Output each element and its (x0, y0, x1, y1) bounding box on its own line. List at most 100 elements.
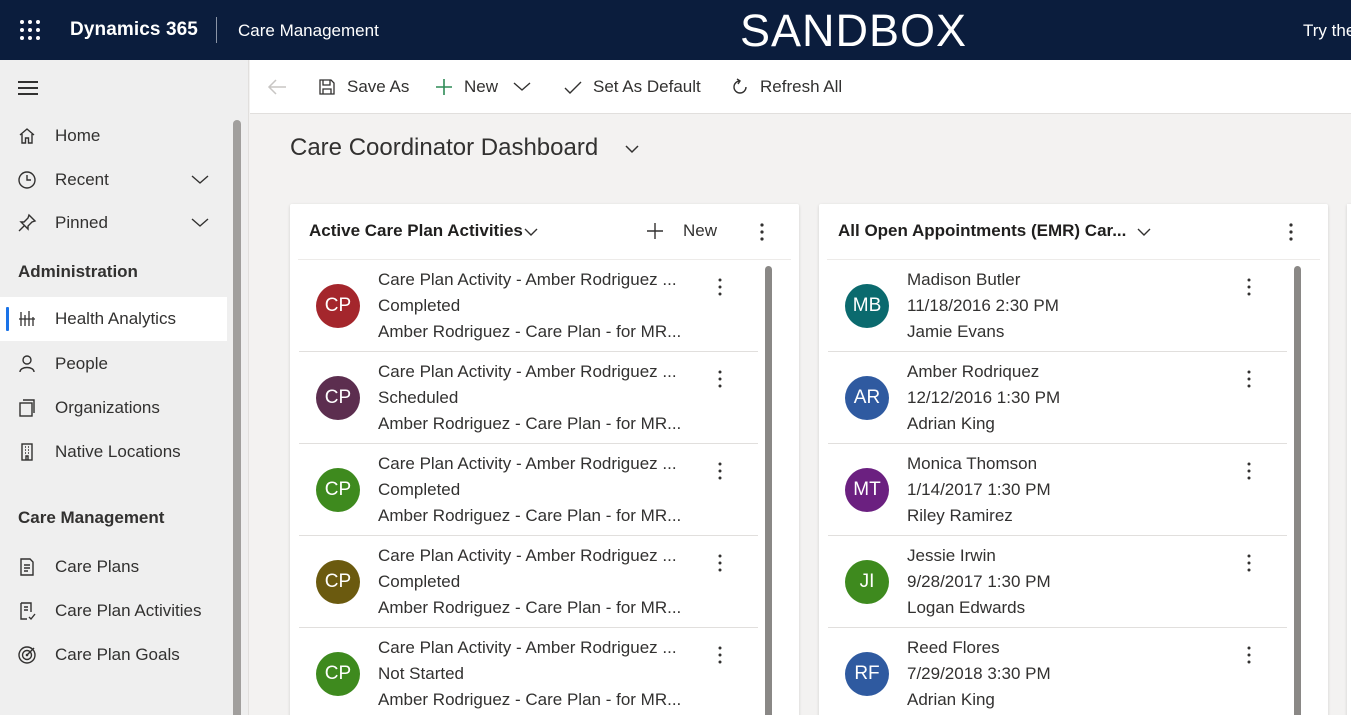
building-icon (21, 443, 33, 461)
more-options-icon[interactable] (718, 554, 722, 572)
sidebar-item-organizations[interactable]: Organizations (0, 386, 227, 430)
sidebar-item-care-plan-goals[interactable]: Care Plan Goals (0, 633, 227, 677)
more-options-icon[interactable] (1247, 646, 1251, 664)
sidebar-item-label: Health Analytics (55, 309, 176, 328)
item-provider: Logan Edwards (907, 598, 1026, 617)
sidebar-item-label: Pinned (55, 213, 108, 232)
card-new-button[interactable]: New (683, 221, 717, 241)
plus-icon[interactable] (645, 221, 665, 241)
chevron-down-icon[interactable] (1136, 224, 1152, 240)
more-options-icon[interactable] (718, 462, 722, 480)
avatar: CP (316, 560, 360, 604)
list-item[interactable]: MT Monica Thomson 1/14/2017 1:30 PM Rile… (828, 444, 1287, 536)
item-status: Not Started (378, 664, 464, 683)
top-bar: Dynamics 365 Care Management SANDBOX Try… (0, 0, 1351, 60)
try-link[interactable]: Try the (1303, 21, 1351, 41)
card-header: All Open Appointments (EMR) Car... (819, 204, 1328, 260)
item-datetime: 12/12/2016 1:30 PM (907, 388, 1061, 407)
more-options-icon[interactable] (718, 278, 722, 296)
sidebar-item-label: Care Plan Goals (55, 645, 180, 664)
set-as-default-button[interactable]: Set As Default (563, 60, 701, 114)
list-item[interactable]: RF Reed Flores 7/29/2018 3:30 PM Adrian … (828, 628, 1287, 715)
sidebar-item-care-plan-activities[interactable]: Care Plan Activities (0, 589, 227, 633)
dashboard-title[interactable]: Care Coordinator Dashboard (290, 134, 598, 162)
chevron-down-icon[interactable] (523, 224, 539, 240)
save-as-icon (319, 79, 335, 95)
list-item[interactable]: CP Care Plan Activity - Amber Rodriguez … (299, 352, 758, 444)
chevron-down-icon[interactable] (190, 213, 210, 233)
chevron-down-icon[interactable] (190, 170, 210, 190)
item-regarding: Amber Rodriguez - Care Plan - for MR... (378, 322, 682, 341)
item-status: Scheduled (378, 388, 459, 407)
avatar: AR (845, 376, 889, 420)
avatar: MB (845, 284, 889, 328)
list-item[interactable]: AR Amber Rodriquez 12/12/2016 1:30 PM Ad… (828, 352, 1287, 444)
list-item[interactable]: MB Madison Butler 11/18/2016 2:30 PM Jam… (828, 260, 1287, 352)
more-options-icon[interactable] (1247, 370, 1251, 388)
save-as-label: Save As (347, 77, 410, 96)
sidebar-item-people[interactable]: People (0, 342, 227, 386)
item-patient: Madison Butler (907, 270, 1021, 289)
item-status: Completed (378, 480, 461, 499)
chevron-down-icon[interactable] (512, 77, 532, 97)
list-scrollbar[interactable] (765, 266, 772, 715)
app-name[interactable]: Dynamics 365 (70, 19, 198, 41)
list-item[interactable]: CP Care Plan Activity - Amber Rodriguez … (299, 628, 758, 715)
sidebar-item-native-locations[interactable]: Native Locations (0, 430, 227, 474)
sidebar-item-label: Care Plans (55, 557, 140, 576)
checkmark-icon (564, 81, 582, 94)
save-as-button[interactable]: Save As (317, 60, 409, 114)
home-icon (19, 128, 35, 144)
new-label: New (464, 77, 499, 96)
sidebar-item-care-plans[interactable]: Care Plans (0, 545, 227, 589)
card-title[interactable]: All Open Appointments (EMR) Car... (838, 221, 1126, 241)
item-regarding: Amber Rodriguez - Care Plan - for MR... (378, 414, 682, 433)
new-button[interactable]: New (434, 60, 542, 114)
item-datetime: 9/28/2017 1:30 PM (907, 572, 1051, 591)
item-title: Care Plan Activity - Amber Rodriguez ... (378, 270, 677, 289)
more-options-icon[interactable] (1247, 278, 1251, 296)
sidebar-item-home[interactable]: Home (0, 114, 227, 158)
more-options-icon[interactable] (759, 222, 765, 242)
item-patient: Amber Rodriquez (907, 362, 1040, 381)
person-icon (19, 355, 35, 373)
item-patient: Monica Thomson (907, 454, 1038, 473)
avatar: CP (316, 468, 360, 512)
item-regarding: Amber Rodriguez - Care Plan - for MR... (378, 690, 682, 709)
sidebar-item-recent[interactable]: Recent (0, 158, 227, 202)
more-options-icon[interactable] (1288, 222, 1294, 242)
plus-icon (436, 79, 452, 95)
item-regarding: Amber Rodriguez - Care Plan - for MR... (378, 506, 682, 525)
refresh-all-button[interactable]: Refresh All (730, 60, 842, 114)
area-name[interactable]: Care Management (238, 21, 379, 41)
sidebar-item-health-analytics[interactable]: Health Analytics (0, 297, 227, 341)
card-title[interactable]: Active Care Plan Activities (309, 221, 523, 241)
analytics-icon (19, 311, 35, 326)
list-scrollbar[interactable] (1294, 266, 1301, 715)
document-icon (20, 558, 34, 576)
item-title: Care Plan Activity - Amber Rodriguez ... (378, 454, 677, 473)
list-item[interactable]: CP Care Plan Activity - Amber Rodriguez … (299, 444, 758, 536)
avatar: MT (845, 468, 889, 512)
list-item[interactable]: CP Care Plan Activity - Amber Rodriguez … (299, 260, 758, 352)
back-arrow-icon[interactable] (266, 77, 288, 97)
more-options-icon[interactable] (1247, 554, 1251, 572)
more-options-icon[interactable] (718, 370, 722, 388)
command-bar: Save As New Set As Default Refresh All (250, 60, 1351, 114)
item-datetime: 11/18/2016 2:30 PM (907, 296, 1059, 315)
target-icon (18, 646, 36, 664)
refresh-all-label: Refresh All (760, 77, 843, 96)
app-launcher-icon[interactable] (20, 20, 40, 40)
item-datetime: 7/29/2018 3:30 PM (907, 664, 1051, 683)
sidebar-scrollbar[interactable] (233, 120, 241, 715)
list-item[interactable]: CP Care Plan Activity - Amber Rodriguez … (299, 536, 758, 628)
chevron-down-icon[interactable] (624, 141, 640, 157)
more-options-icon[interactable] (718, 646, 722, 664)
more-options-icon[interactable] (1247, 462, 1251, 480)
item-provider: Adrian King (907, 414, 995, 433)
avatar: CP (316, 652, 360, 696)
sidebar-item-label: Native Locations (55, 442, 181, 461)
hamburger-menu-icon[interactable] (18, 81, 38, 95)
list-item[interactable]: JI Jessie Irwin 9/28/2017 1:30 PM Logan … (828, 536, 1287, 628)
sidebar-item-pinned[interactable]: Pinned (0, 201, 227, 245)
